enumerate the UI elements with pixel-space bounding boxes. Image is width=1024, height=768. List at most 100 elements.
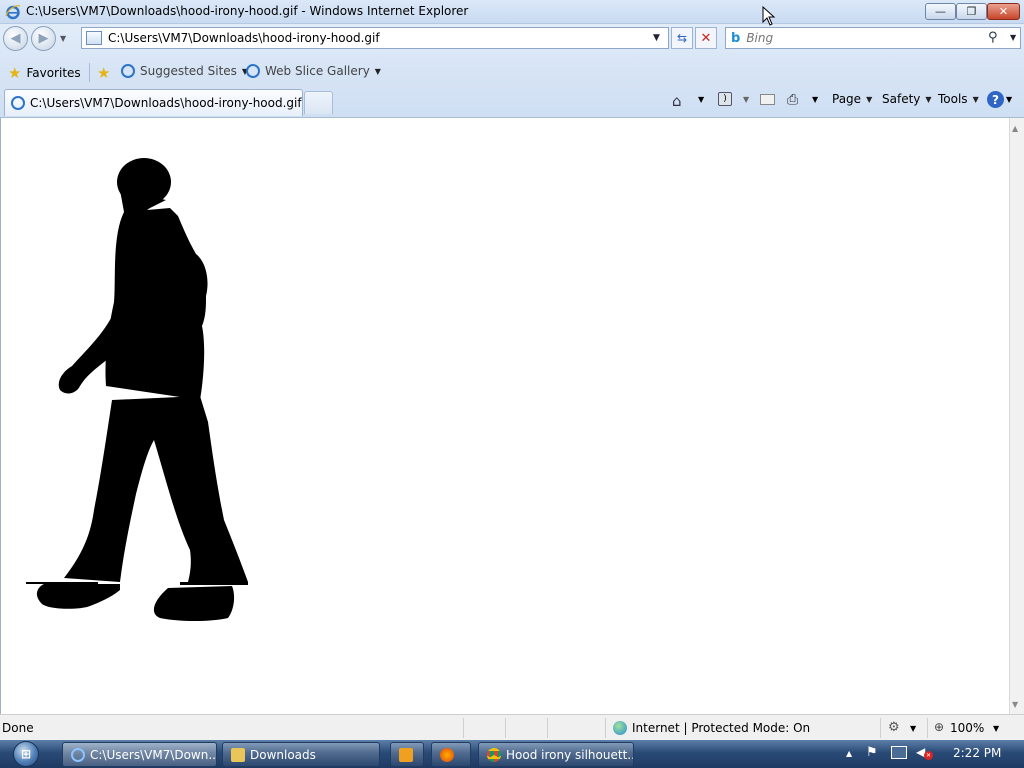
forward-button[interactable]: ▶: [31, 26, 56, 51]
tab-label: C:\Users\VM7\Downloads\hood-irony-hood.g…: [30, 96, 302, 110]
show-hidden-icons-icon[interactable]: ▲: [846, 749, 852, 758]
maximize-button[interactable]: ❐: [956, 3, 987, 20]
favorites-label: Favorites: [26, 66, 81, 80]
favorites-bar: ★ Favorites Suggested Sites ▼ Web Slice …: [0, 59, 1024, 85]
separator: [89, 63, 90, 82]
taskbar-item-media-player[interactable]: [390, 742, 424, 767]
address-dropdown-icon[interactable]: ▼: [653, 33, 660, 43]
close-icon: ✕: [998, 5, 1009, 18]
ie-page-icon: [246, 64, 260, 78]
network-icon[interactable]: [891, 746, 907, 759]
windows-logo-icon: ⊞: [13, 741, 39, 767]
safety-menu[interactable]: Safety ▼: [882, 92, 932, 106]
zoom-icon[interactable]: ⊕: [934, 720, 944, 734]
folder-icon: [231, 747, 245, 762]
media-player-icon: [399, 747, 413, 762]
search-box[interactable]: b: [725, 27, 1021, 49]
clock[interactable]: 2:22 PM: [953, 746, 1001, 760]
minimize-icon: —: [935, 5, 946, 18]
suggested-sites-label: Suggested Sites: [140, 64, 237, 78]
add-to-favorites-bar-icon[interactable]: ★: [97, 64, 110, 82]
taskbar-item-label: Hood irony silhouett...: [506, 747, 634, 762]
taskbar-item-ie[interactable]: C:\Users\VM7\Down...: [62, 742, 217, 767]
search-icon[interactable]: ⚲: [988, 30, 998, 45]
stop-button[interactable]: ✕: [695, 27, 717, 49]
action-center-flag-icon[interactable]: ⚑: [866, 745, 878, 760]
bing-logo-icon: b: [731, 30, 741, 46]
scroll-down-icon[interactable]: ▼: [1012, 700, 1018, 709]
status-separator: [505, 718, 506, 738]
vertical-scrollbar[interactable]: [1009, 118, 1024, 714]
home-dropdown-icon[interactable]: ▼: [698, 95, 704, 104]
restore-icon: ❐: [966, 5, 977, 18]
security-zone-text[interactable]: Internet | Protected Mode: On: [632, 721, 810, 735]
refresh-icon: ⇆: [676, 31, 688, 45]
new-tab-button[interactable]: [304, 91, 333, 114]
ie-page-icon: [121, 64, 135, 78]
zoom-dropdown-icon[interactable]: ▼: [993, 724, 999, 733]
page-icon: [86, 31, 102, 45]
refresh-button[interactable]: ⇆: [671, 27, 693, 49]
taskbar-item-downloads[interactable]: Downloads: [222, 742, 380, 767]
tools-menu[interactable]: Tools ▼: [938, 92, 979, 106]
title-bar[interactable]: C:\Users\VM7\Downloads\hood-irony-hood.g…: [0, 0, 1024, 24]
status-separator: [880, 718, 881, 738]
tab-row: C:\Users\VM7\Downloads\hood-irony-hood.g…: [0, 87, 1024, 118]
web-slice-gallery-link[interactable]: Web Slice Gallery ▼: [246, 64, 381, 78]
safety-menu-label: Safety: [882, 92, 921, 106]
taskbar-item-firefox[interactable]: [431, 742, 471, 767]
feeds-dropdown-icon[interactable]: ▼: [743, 95, 749, 104]
help-dropdown-icon[interactable]: ▼: [1006, 95, 1012, 104]
firefox-icon: [440, 747, 454, 762]
chevron-down-icon: ▼: [866, 94, 873, 104]
status-bar: Done Internet | Protected Mode: On ⚙ ▼ ⊕…: [0, 714, 1024, 740]
suggested-sites-link[interactable]: Suggested Sites ▼: [121, 64, 248, 78]
mouse-cursor-icon: [762, 6, 776, 26]
home-icon[interactable]: ⌂: [672, 92, 682, 110]
tab-active[interactable]: C:\Users\VM7\Downloads\hood-irony-hood.g…: [4, 89, 303, 116]
star-icon: ★: [8, 64, 22, 82]
back-button[interactable]: ◀: [3, 26, 28, 51]
search-input[interactable]: [746, 31, 982, 45]
forward-arrow-icon: ▶: [38, 31, 49, 46]
status-separator: [605, 718, 606, 738]
tools-menu-label: Tools: [938, 92, 968, 106]
status-text: Done: [2, 721, 34, 735]
status-separator: [927, 718, 928, 738]
favorites-button[interactable]: ★ Favorites: [8, 64, 81, 82]
page-menu[interactable]: Page ▼: [832, 92, 872, 106]
internet-zone-globe-icon[interactable]: [613, 721, 627, 735]
walking-man-silhouette-image: [26, 158, 248, 621]
page-menu-label: Page: [832, 92, 862, 106]
popup-dropdown-icon[interactable]: ▼: [910, 724, 916, 733]
help-icon[interactable]: ?: [987, 91, 1004, 108]
mail-icon[interactable]: [760, 94, 775, 105]
start-button[interactable]: ⊞: [4, 740, 48, 768]
ie-page-icon: [11, 96, 25, 110]
web-slice-gallery-label: Web Slice Gallery: [265, 64, 370, 78]
feeds-icon[interactable]: ): [718, 92, 732, 106]
volume-muted-icon: ✕: [924, 751, 933, 760]
chrome-icon: [487, 747, 501, 762]
ie-icon: [71, 747, 85, 762]
scroll-up-icon[interactable]: ▲: [1012, 124, 1018, 133]
search-dropdown-icon[interactable]: ▼: [1010, 33, 1016, 42]
print-dropdown-icon[interactable]: ▼: [812, 95, 818, 104]
window-title: C:\Users\VM7\Downloads\hood-irony-hood.g…: [26, 4, 469, 18]
minimize-button[interactable]: —: [925, 3, 956, 20]
chevron-down-icon: ▼: [374, 66, 381, 76]
stop-icon: ✕: [700, 30, 712, 46]
taskbar-item-label: C:\Users\VM7\Down...: [90, 747, 217, 762]
status-separator: [547, 718, 548, 738]
recent-pages-dropdown-icon[interactable]: ▼: [60, 34, 66, 43]
taskbar-item-chrome[interactable]: Hood irony silhouett...: [478, 742, 634, 767]
ie-icon: [5, 5, 21, 20]
address-bar[interactable]: C:\Users\VM7\Downloads\hood-irony-hood.g…: [81, 27, 669, 49]
popup-blocker-icon[interactable]: ⚙: [888, 720, 900, 735]
back-arrow-icon: ◀: [10, 31, 21, 46]
zoom-level[interactable]: 100%: [950, 721, 984, 735]
address-text[interactable]: C:\Users\VM7\Downloads\hood-irony-hood.g…: [108, 31, 380, 45]
close-button[interactable]: ✕: [987, 3, 1020, 20]
chevron-down-icon: ▼: [972, 94, 979, 104]
print-icon[interactable]: ⎙: [787, 92, 798, 108]
